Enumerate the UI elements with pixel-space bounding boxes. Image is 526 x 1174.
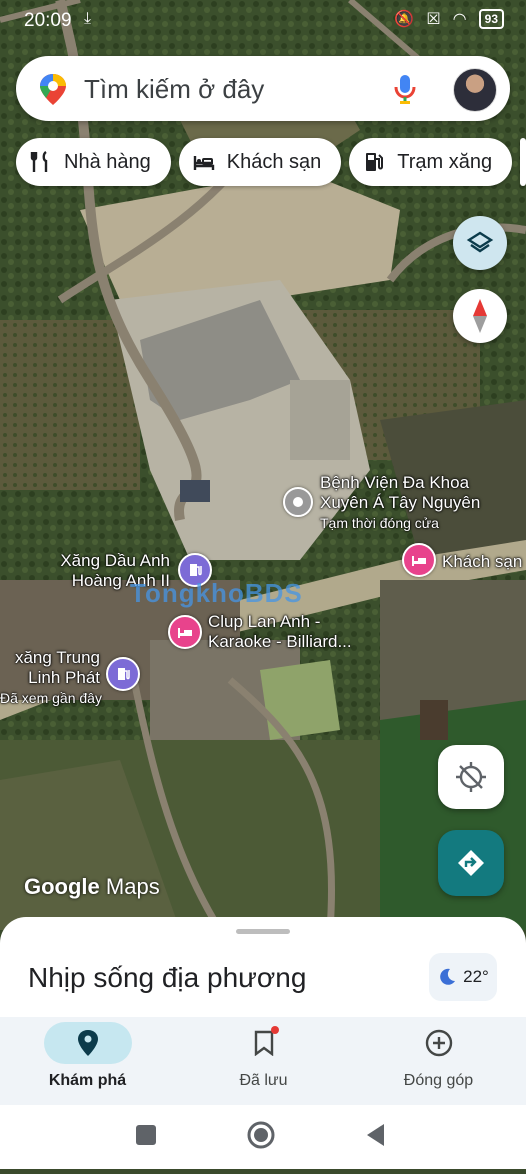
status-time: 20:09 — [24, 10, 72, 31]
hospital-name-line2: Xuyên Á Tây Nguyên — [320, 493, 481, 512]
location-off-icon — [456, 762, 486, 792]
karaoke-pin-icon[interactable] — [168, 615, 202, 649]
gas-station-icon — [363, 151, 385, 173]
nav-explore[interactable]: Khám phá — [0, 1017, 175, 1105]
notification-dot — [270, 1026, 279, 1034]
logo-maps: Maps — [105, 874, 160, 899]
add-circle-icon — [425, 1029, 452, 1057]
moon-icon — [440, 968, 456, 985]
hospital-status: Tạm thời đóng cửa — [320, 515, 439, 531]
status-bar: 20:09 ⤓ 🔕 ☒ ◠ 93 — [0, 0, 526, 42]
mute-icon: 🔕 — [394, 11, 415, 28]
chip-restaurants[interactable]: Nhà hàng — [16, 138, 171, 186]
gas2-name-line2: Linh Phát — [28, 668, 100, 687]
compass-icon — [473, 299, 487, 333]
poi-hotel-label[interactable]: Khách sạn — [442, 552, 522, 572]
explore-pin-icon — [77, 1030, 98, 1056]
search-bar[interactable]: Tìm kiếm ở đây — [16, 56, 510, 121]
chip-more[interactable] — [520, 138, 526, 186]
drag-handle[interactable] — [236, 929, 290, 934]
watermark: TongkhoBDS — [130, 578, 303, 608]
sheet-title: Nhịp sống địa phương — [28, 962, 307, 993]
restaurant-icon — [30, 151, 52, 173]
poi-karaoke-label[interactable]: Clup Lan Anh - Karaoke - Billiard... — [208, 612, 352, 652]
google-maps-pin-icon — [38, 72, 68, 111]
logo-google: Google — [24, 874, 100, 899]
chip-hotels[interactable]: Khách sạn — [178, 138, 342, 186]
temperature: 22° — [463, 967, 489, 986]
wifi-icon: ◠ — [452, 11, 467, 28]
nav-saved[interactable]: Đã lưu — [176, 1017, 351, 1105]
weather-badge[interactable]: 22° — [429, 953, 497, 1001]
hotel-pin-icon[interactable] — [402, 543, 436, 577]
chip-label: Trạm xăng — [397, 150, 493, 173]
gas-pin-2-icon[interactable] — [106, 657, 140, 691]
layers-icon — [466, 231, 494, 253]
bookmark-icon — [254, 1030, 273, 1056]
hotel-icon — [193, 151, 215, 173]
gas2-recently-viewed: Đã xem gần đây — [0, 690, 102, 706]
layers-button[interactable] — [453, 216, 507, 270]
karaoke-name-line2: Karaoke - Billiard... — [208, 632, 352, 651]
search-input[interactable]: Tìm kiếm ở đây — [84, 74, 264, 105]
poi-gas-station-2-label[interactable]: xăng Trung Linh Phát Đã xem gần đây — [0, 648, 102, 708]
google-maps-logo: Google Maps — [24, 874, 160, 900]
gas2-name-line1: xăng Trung — [14, 648, 100, 667]
gas1-name-line1: Xăng Dầu Anh — [60, 551, 170, 570]
karaoke-name-line1: Clup Lan Anh - — [208, 612, 321, 631]
hospital-pin-icon[interactable] — [283, 487, 313, 517]
hospital-name-line1: Bệnh Viện Đa Khoa — [320, 473, 470, 492]
directions-icon — [458, 850, 484, 876]
nav-contribute-label: Đóng góp — [403, 1072, 474, 1089]
recent-apps-icon[interactable] — [136, 1125, 156, 1145]
bottom-navigation: Khám phá Đã lưu Đóng góp — [0, 1017, 526, 1105]
home-icon[interactable] — [247, 1121, 275, 1149]
nav-contribute[interactable]: Đóng góp — [351, 1017, 526, 1105]
back-icon[interactable] — [367, 1124, 384, 1146]
sim-off-icon: ☒ — [426, 11, 441, 28]
my-location-button[interactable] — [438, 745, 504, 809]
nav-explore-label: Khám phá — [48, 1072, 127, 1089]
poi-hospital-label[interactable]: Bệnh Viện Đa Khoa Xuyên Á Tây Nguyên Tạm… — [320, 473, 480, 533]
compass-button[interactable] — [453, 289, 507, 343]
battery-icon: 93 — [478, 9, 504, 29]
microphone-icon[interactable] — [394, 73, 416, 110]
avatar[interactable] — [453, 68, 497, 112]
nav-saved-label: Đã lưu — [239, 1072, 288, 1089]
chip-label: Khách sạn — [226, 150, 322, 173]
download-icon: ⤓ — [84, 10, 92, 27]
chip-label: Nhà hàng — [64, 150, 151, 173]
chip-gas-stations[interactable]: Trạm xăng — [349, 138, 513, 186]
system-navigation-bar — [0, 1105, 526, 1169]
directions-button[interactable] — [438, 830, 504, 896]
category-chips: Nhà hàng Khách sạn Trạm xăng — [16, 138, 526, 186]
